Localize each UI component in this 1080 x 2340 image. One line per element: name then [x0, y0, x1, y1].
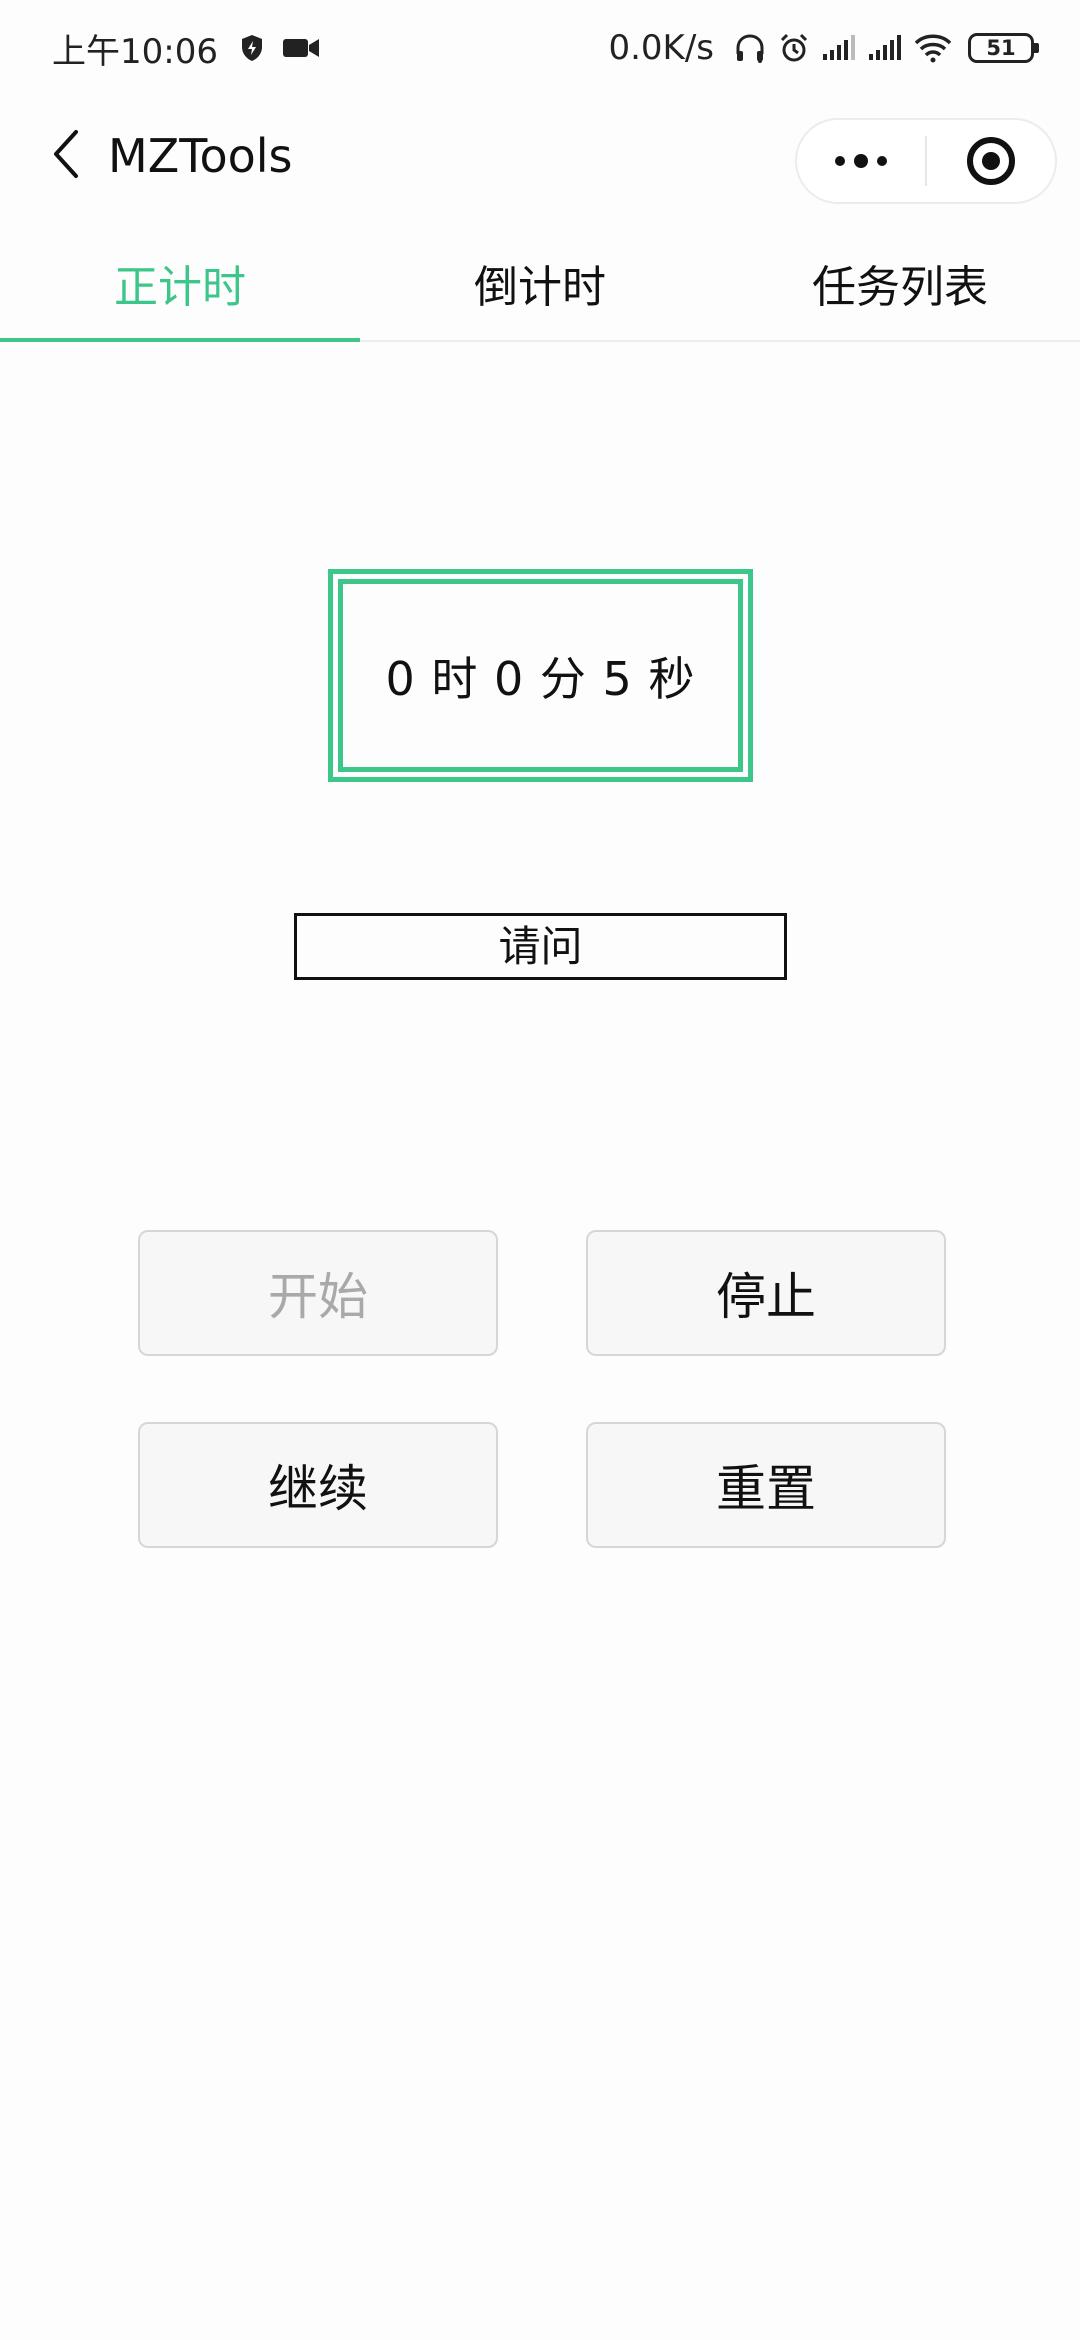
more-menu-button[interactable]	[797, 120, 925, 202]
screen: 上午10:06 0.0K/s 51 MZTools 正计时 倒计时 任务列表 0…	[0, 0, 1080, 2340]
status-bar-left: 上午10:06	[52, 24, 338, 73]
mini-program-capsule	[795, 118, 1057, 204]
wifi-icon	[914, 33, 952, 63]
reset-button[interactable]: 重置	[586, 1422, 946, 1548]
video-camera-icon	[282, 36, 320, 60]
page-title: MZTools	[108, 129, 293, 183]
battery-level: 51	[986, 36, 1016, 60]
chevron-left-icon	[49, 129, 83, 183]
tab-bar: 正计时 倒计时 任务列表	[0, 226, 1080, 342]
status-bar-right: 0.0K/s 51	[608, 28, 1039, 68]
more-dots-icon	[835, 154, 887, 168]
stop-button[interactable]: 停止	[586, 1230, 946, 1356]
signal-icon	[822, 34, 856, 62]
signal-icon	[868, 34, 902, 62]
resume-button[interactable]: 继续	[138, 1422, 498, 1548]
tab-countdown[interactable]: 倒计时	[360, 226, 720, 340]
headphones-icon	[734, 32, 766, 64]
shield-bolt-icon	[240, 34, 264, 62]
status-time: 上午10:06	[52, 31, 218, 72]
alarm-icon	[778, 32, 810, 64]
navigation-bar: MZTools	[0, 96, 1080, 226]
tab-count-up[interactable]: 正计时	[0, 226, 360, 342]
back-button[interactable]	[26, 116, 106, 196]
net-speed: 0.0K/s	[608, 28, 714, 68]
target-circle-icon	[967, 137, 1015, 185]
timer-display: 0 时 0 分 5 秒	[328, 569, 753, 782]
start-button[interactable]: 开始	[138, 1230, 498, 1356]
timer-text: 0 时 0 分 5 秒	[338, 579, 743, 772]
tab-task-list[interactable]: 任务列表	[720, 226, 1080, 340]
close-mini-program-button[interactable]	[927, 120, 1055, 202]
status-bar: 上午10:06 0.0K/s 51	[0, 0, 1080, 96]
battery-icon: 51	[968, 33, 1039, 63]
question-input[interactable]	[294, 913, 787, 980]
